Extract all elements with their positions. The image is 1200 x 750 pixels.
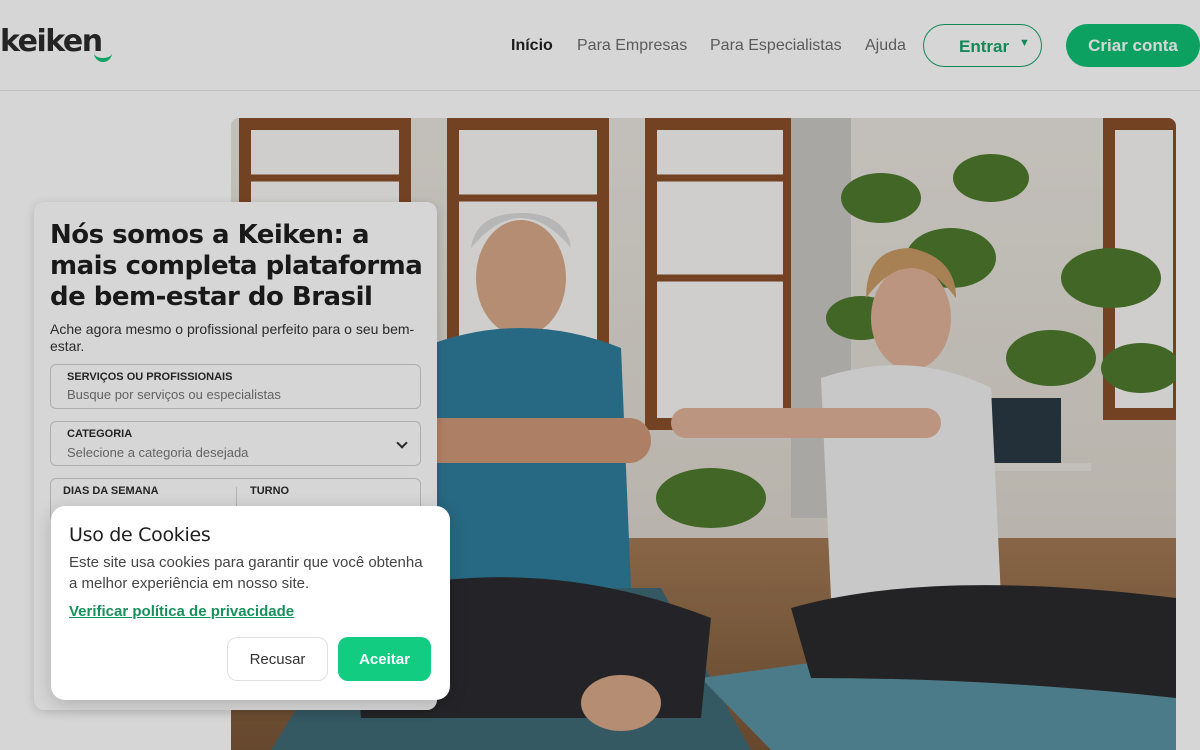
cookie-title: Uso de Cookies: [69, 524, 211, 546]
accept-cookies-button[interactable]: Aceitar: [338, 637, 431, 681]
cookie-dialog: Uso de Cookies Este site usa cookies par…: [51, 506, 450, 700]
cookie-text: Este site usa cookies para garantir que …: [69, 554, 423, 592]
decline-cookies-button[interactable]: Recusar: [227, 637, 328, 681]
privacy-policy-link[interactable]: Verificar política de privacidade: [69, 603, 294, 620]
